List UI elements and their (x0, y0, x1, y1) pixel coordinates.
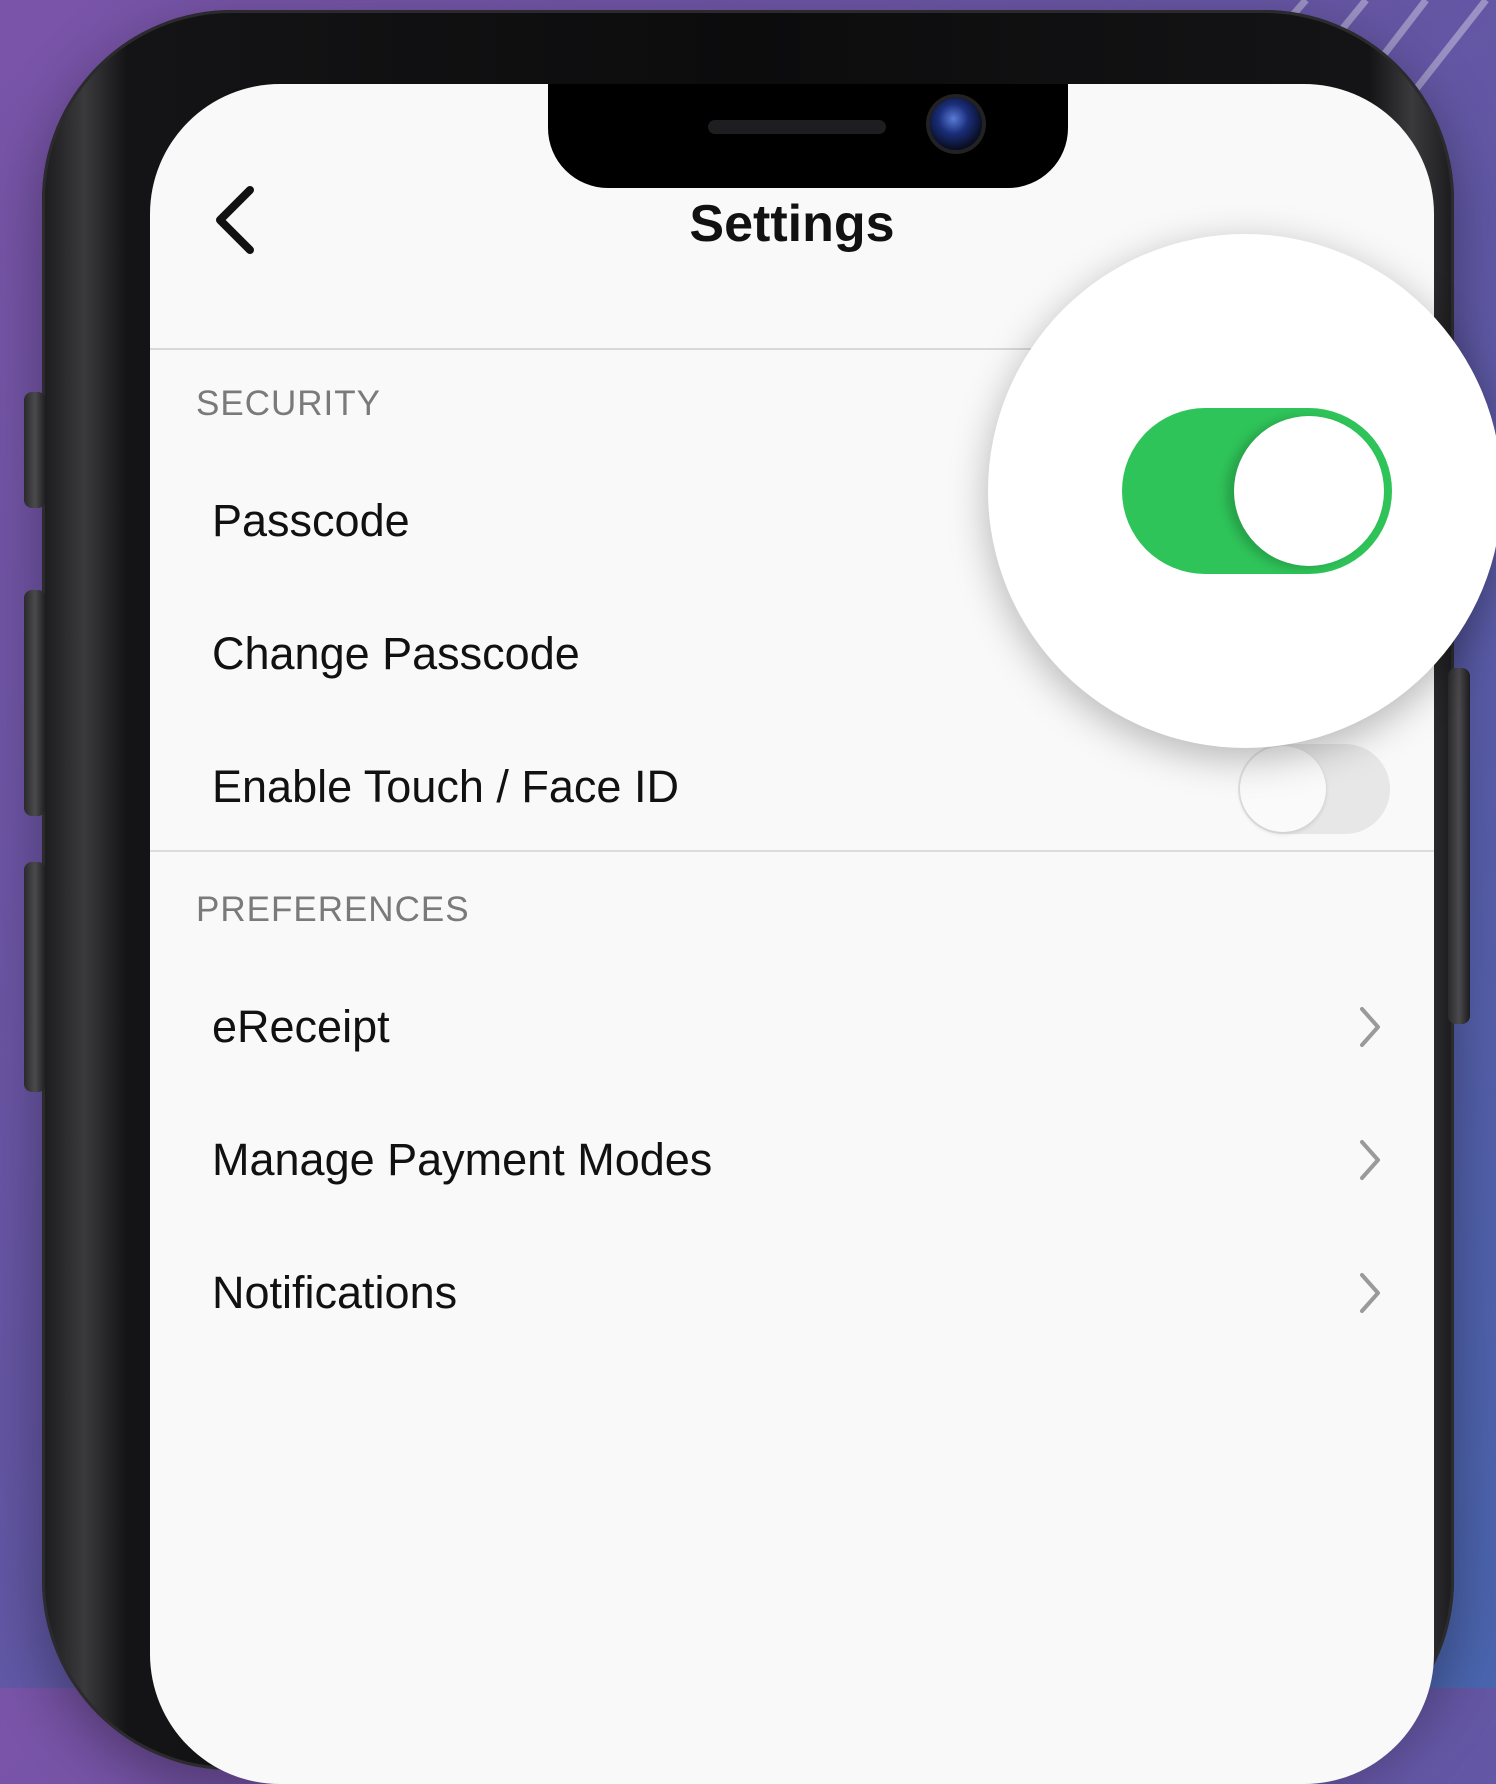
notch (548, 84, 1068, 188)
mute-switch (24, 392, 46, 508)
settings-row-label: Enable Touch / Face ID (212, 761, 679, 812)
settings-row-ereceipt[interactable]: eReceipt (150, 962, 1434, 1092)
settings-row-manage-payment-modes[interactable]: Manage Payment Modes (150, 1095, 1434, 1225)
settings-row-notifications[interactable]: Notifications (150, 1228, 1434, 1358)
chevron-right-icon (1360, 1140, 1380, 1180)
section-divider (150, 850, 1434, 852)
toggle-knob (1234, 416, 1384, 566)
section-header-preferences: PREFERENCES (196, 890, 470, 929)
volume-down-button (24, 862, 46, 1092)
toggle-knob (1240, 746, 1326, 832)
speaker-grille (708, 120, 886, 134)
settings-row-label: Notifications (212, 1267, 458, 1318)
chevron-right-icon (1360, 1273, 1380, 1313)
magnified-passcode-toggle[interactable] (1122, 408, 1392, 574)
settings-row-label: Change Passcode (212, 628, 580, 679)
magnifier-callout (988, 234, 1496, 748)
settings-row-label: Manage Payment Modes (212, 1134, 713, 1185)
chevron-right-icon (1360, 1007, 1380, 1047)
settings-row-label: Passcode (212, 495, 410, 546)
volume-up-button (24, 590, 46, 816)
front-camera (930, 98, 982, 150)
touch-face-id-toggle[interactable] (1238, 744, 1390, 834)
settings-row-label: eReceipt (212, 1001, 390, 1052)
section-header-security: SECURITY (196, 384, 381, 423)
power-button (1448, 668, 1470, 1024)
